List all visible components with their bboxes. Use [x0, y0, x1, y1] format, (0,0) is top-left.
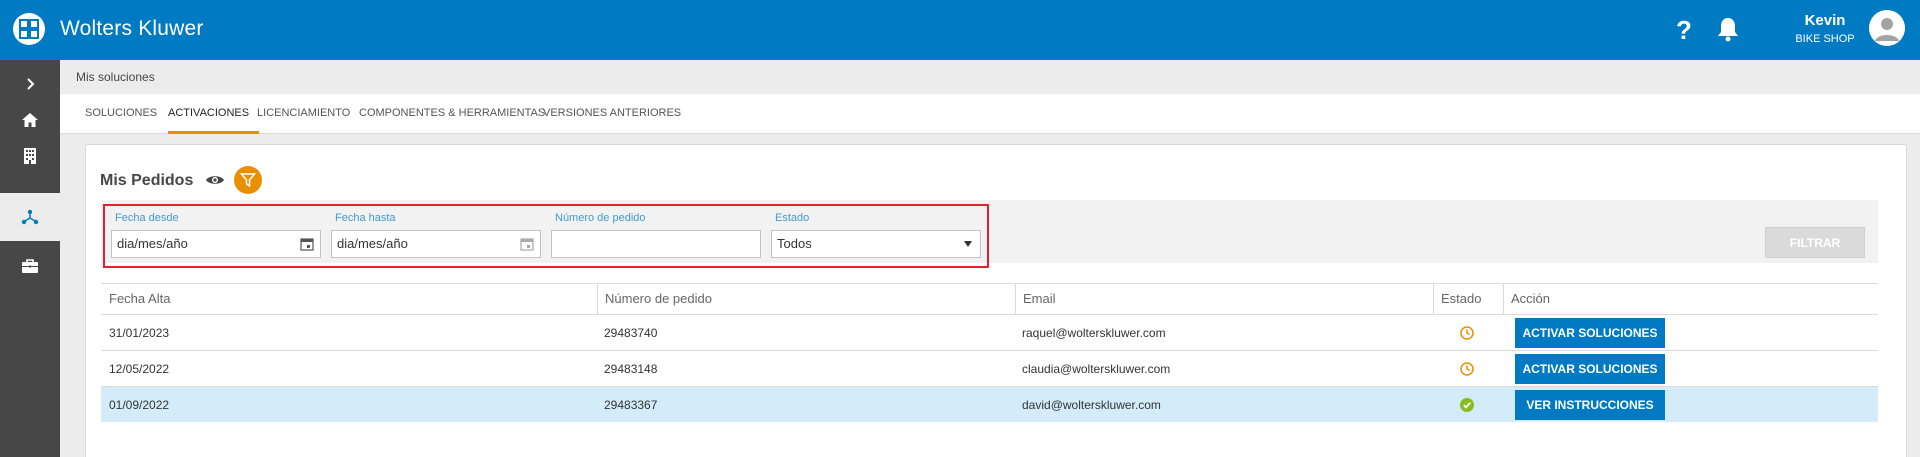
cell-email: david@wolterskluwer.com: [1022, 398, 1161, 412]
network-icon: [21, 209, 39, 225]
eye-icon[interactable]: [205, 172, 225, 188]
column-header-estado[interactable]: Estado: [1433, 284, 1503, 314]
fecha-hasta-label: Fecha hasta: [335, 212, 396, 224]
section-title: Mis Pedidos: [100, 172, 194, 189]
cell-numero-pedido: 29483148: [604, 362, 658, 376]
filtrar-button[interactable]: FILTRAR: [1765, 227, 1865, 258]
estado-select-value: Todos: [777, 236, 812, 251]
activar-soluciones-button[interactable]: ACTIVAR SOLUCIONES: [1515, 354, 1665, 384]
wolters-kluwer-logo-icon[interactable]: [13, 13, 45, 45]
building-icon: [24, 148, 36, 164]
estado-label: Estado: [775, 212, 810, 224]
column-header-numero-pedido[interactable]: Número de pedido: [597, 284, 1015, 314]
fecha-desde-input[interactable]: dia/mes/año: [111, 230, 321, 258]
sidebar-item-activations[interactable]: [0, 193, 60, 241]
cell-fecha-alta: 12/05/2022: [109, 362, 170, 376]
cell-numero-pedido: 29483367: [604, 398, 658, 412]
clock-icon: [1460, 362, 1474, 376]
ver-instrucciones-button[interactable]: VER INSTRUCCIONES: [1515, 390, 1665, 420]
estado-select[interactable]: Todos: [771, 230, 981, 258]
table-row[interactable]: 12/05/2022 29483148 claudia@wolterskluwe…: [101, 350, 1878, 386]
brand-name: Wolters Kluwer: [60, 17, 204, 40]
chevron-down-icon[interactable]: [964, 241, 972, 247]
column-header-email[interactable]: Email: [1015, 284, 1433, 314]
tab-soluciones[interactable]: SOLUCIONES: [85, 94, 157, 134]
calendar-icon[interactable]: [300, 237, 314, 251]
sidebar: [0, 60, 60, 457]
briefcase-icon: [22, 259, 38, 273]
fecha-desde-label: Fecha desde: [115, 212, 179, 224]
tab-licenciamiento[interactable]: LICENCIAMIENTO: [257, 94, 350, 134]
numero-pedido-label: Número de pedido: [555, 212, 646, 224]
activar-soluciones-button[interactable]: ACTIVAR SOLUCIONES: [1515, 318, 1665, 348]
cell-fecha-alta: 01/09/2022: [109, 398, 170, 412]
funnel-icon: [240, 173, 256, 188]
numero-pedido-input[interactable]: [551, 230, 761, 258]
table-row[interactable]: 01/09/2022 29483367 david@wolterskluwer.…: [101, 386, 1878, 422]
top-header: Wolters Kluwer ? Kevin BIKE SHOP: [0, 0, 1920, 60]
user-company[interactable]: BIKE SHOP: [1780, 33, 1870, 45]
chevron-right-icon: [27, 78, 35, 90]
tab-activaciones-label: ACTIVACIONES: [168, 107, 250, 119]
cell-email: claudia@wolterskluwer.com: [1022, 362, 1171, 376]
sidebar-item-briefcase[interactable]: [0, 242, 60, 290]
filter-toggle-button[interactable]: [234, 166, 262, 194]
tab-versiones-anteriores[interactable]: VERSIONES ANTERIORES: [543, 94, 681, 134]
cell-email: raquel@wolterskluwer.com: [1022, 326, 1166, 340]
check-circle-icon: [1460, 398, 1474, 412]
clock-icon: [1460, 326, 1474, 340]
calendar-icon[interactable]: [520, 237, 534, 251]
home-icon: [22, 113, 38, 127]
tab-componentes-herramientas[interactable]: COMPONENTES & HERRAMIENTAS: [359, 94, 545, 134]
tab-bar: SOLUCIONES ACTIVACIONES LICENCIAMIENTO C…: [60, 94, 1920, 134]
user-name[interactable]: Kevin: [1780, 12, 1870, 29]
cell-numero-pedido: 29483740: [604, 326, 658, 340]
sidebar-item-building[interactable]: [0, 132, 60, 180]
fecha-hasta-input[interactable]: dia/mes/año: [331, 230, 541, 258]
cell-fecha-alta: 31/01/2023: [109, 326, 170, 340]
column-header-fecha-alta[interactable]: Fecha Alta: [101, 284, 597, 314]
tab-activaciones[interactable]: ACTIVACIONES: [168, 94, 260, 134]
column-header-accion: Acción: [1511, 291, 1551, 306]
help-icon[interactable]: ?: [1672, 16, 1696, 44]
avatar-icon[interactable]: [1869, 10, 1905, 46]
table-row[interactable]: 31/01/2023 29483740 raquel@wolterskluwer…: [101, 314, 1878, 350]
bell-icon[interactable]: [1716, 16, 1740, 42]
breadcrumb[interactable]: Mis soluciones: [60, 60, 1920, 94]
